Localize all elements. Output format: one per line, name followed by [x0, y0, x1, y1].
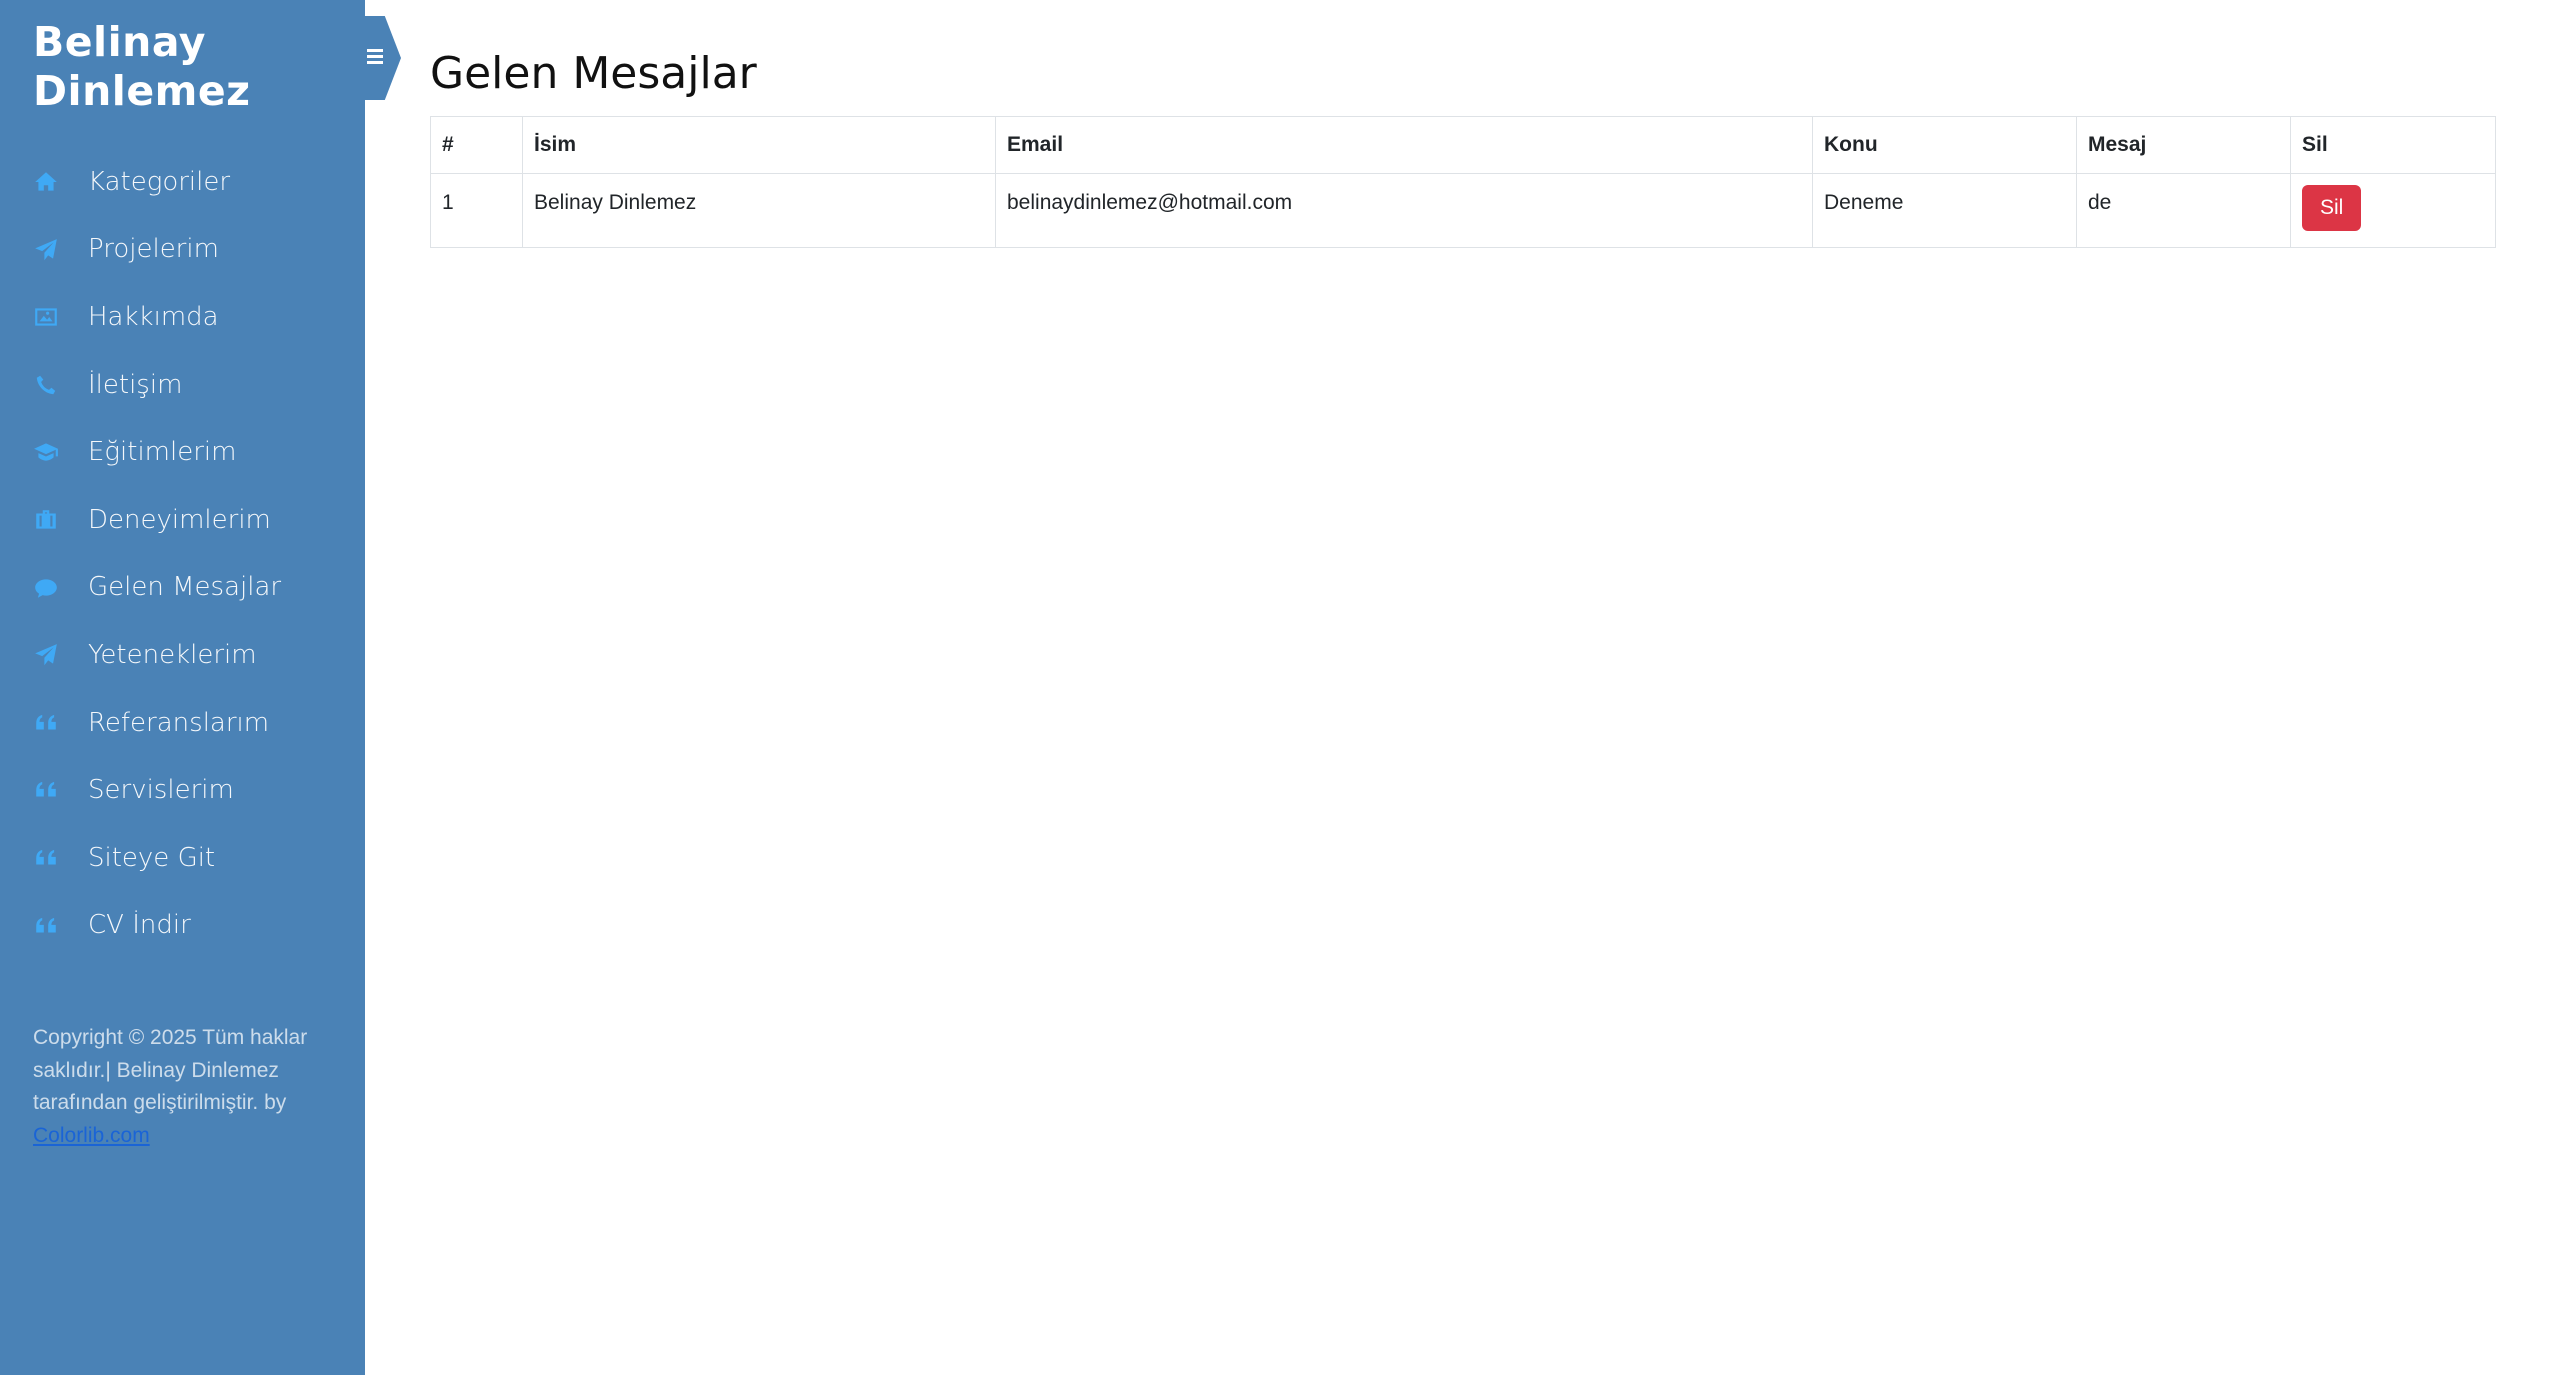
quote-left-icon	[31, 911, 61, 941]
delete-button[interactable]: Sil	[2302, 185, 2362, 231]
briefcase-icon	[31, 505, 61, 535]
sidebar-item-egitimlerim[interactable]: Eğitimlerim	[0, 418, 365, 486]
sidebar-item-label: Servislerim	[88, 775, 234, 806]
quote-left-icon	[31, 775, 61, 805]
column-header-email: Email	[995, 116, 1813, 174]
sidebar-item-yeteneklerim[interactable]: Yeteneklerim	[0, 621, 365, 689]
sidebar-item-cv-indir[interactable]: CV İndir	[0, 892, 365, 960]
brand-title[interactable]: Belinay Dinlemez	[33, 18, 333, 116]
sidebar-item-label: Yeteneklerim	[88, 639, 257, 670]
cell-name: Belinay Dinlemez	[522, 173, 996, 248]
sidebar-item-kategoriler[interactable]: Kategoriler	[0, 148, 365, 216]
sidebar-item-referanslarim[interactable]: Referanslarım	[0, 689, 365, 757]
table-row: 1 Belinay Dinlemez belinaydinlemez@hotma…	[430, 173, 2496, 248]
sidebar-item-label: İletişim	[88, 369, 183, 400]
sidebar-item-siteye-git[interactable]: Siteye Git	[0, 824, 365, 892]
column-header-subject: Konu	[1812, 116, 2077, 174]
phone-icon	[31, 370, 61, 400]
column-header-delete: Sil	[2290, 116, 2496, 174]
cell-index: 1	[430, 173, 523, 248]
quote-left-icon	[31, 843, 61, 873]
sidebar-item-hakkimda[interactable]: Hakkımda	[0, 283, 365, 351]
sidebar-item-label: Gelen Mesajlar	[88, 572, 282, 603]
paper-plane-icon	[31, 640, 61, 670]
sidebar-footer: Copyright © 2025 Tüm haklar saklıdır.| B…	[33, 1022, 333, 1152]
graduation-cap-icon	[31, 437, 61, 467]
sidebar-toggle-button[interactable]	[365, 16, 401, 100]
sidebar-item-iletisim[interactable]: İletişim	[0, 351, 365, 419]
image-icon	[31, 302, 61, 332]
cell-email: belinaydinlemez@hotmail.com	[995, 173, 1813, 248]
sidebar-item-servislerim[interactable]: Servislerim	[0, 756, 365, 824]
page-title: Gelen Mesajlar	[430, 48, 757, 99]
sidebar-item-label: Deneyimlerim	[88, 504, 271, 535]
messages-table: # İsim Email Konu Mesaj Sil 1 Belinay Di…	[430, 116, 2496, 248]
menu-icon	[367, 49, 385, 65]
sidebar-item-label: Projelerim	[88, 234, 219, 265]
column-header-message: Mesaj	[2076, 116, 2291, 174]
table-header-row: # İsim Email Konu Mesaj Sil	[430, 116, 2496, 174]
sidebar-item-label: Eğitimlerim	[88, 437, 237, 468]
column-header-index: #	[430, 116, 523, 174]
comment-icon	[31, 573, 61, 603]
cell-delete: Sil	[2290, 173, 2496, 248]
sidebar-item-label: Hakkımda	[88, 301, 219, 332]
colorlib-link[interactable]: Colorlib.com	[33, 1124, 150, 1147]
home-icon	[31, 167, 61, 197]
column-header-name: İsim	[522, 116, 996, 174]
sidebar-item-label: Siteye Git	[88, 842, 216, 873]
sidebar-item-label: CV İndir	[88, 910, 191, 941]
sidebar-item-gelen-mesajlar[interactable]: Gelen Mesajlar	[0, 554, 365, 622]
paper-plane-icon	[31, 235, 61, 265]
sidebar-item-projelerim[interactable]: Projelerim	[0, 216, 365, 284]
copyright-text: Copyright © 2025 Tüm haklar saklıdır.| B…	[33, 1026, 308, 1114]
sidebar-item-deneyimlerim[interactable]: Deneyimlerim	[0, 486, 365, 554]
sidebar-item-label: Referanslarım	[88, 707, 270, 738]
quote-left-icon	[31, 708, 61, 738]
cell-message: de	[2076, 173, 2291, 248]
sidebar-nav: Kategoriler Projelerim Hakkımda İletişim…	[0, 148, 365, 959]
sidebar-item-label: Kategoriler	[88, 166, 231, 197]
cell-subject: Deneme	[1812, 173, 2077, 248]
sidebar: Belinay Dinlemez Kategoriler Projelerim …	[0, 0, 365, 1375]
